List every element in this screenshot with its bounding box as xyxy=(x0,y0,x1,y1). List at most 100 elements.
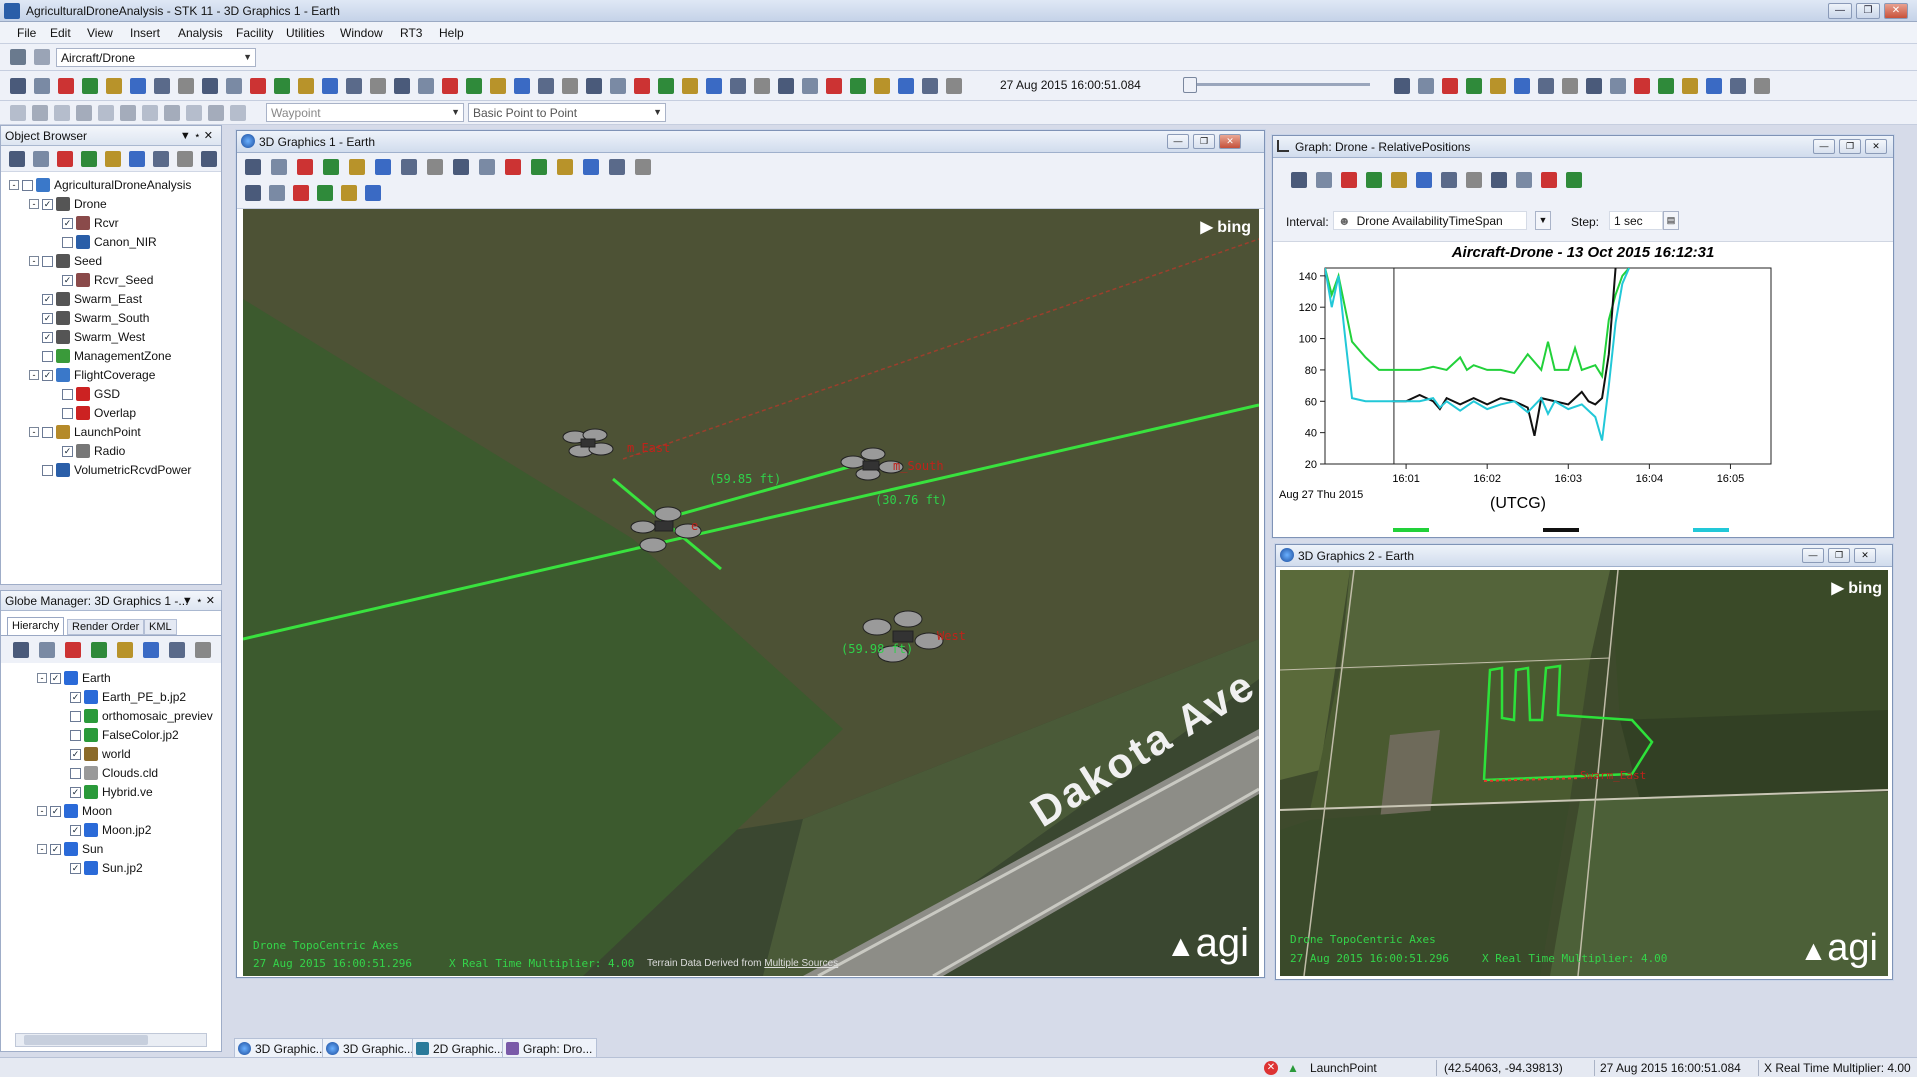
scrollbar-thumb[interactable] xyxy=(24,1035,148,1045)
tool-icon[interactable] xyxy=(230,105,246,121)
tool-icon[interactable] xyxy=(778,78,794,94)
tool-icon[interactable] xyxy=(730,78,746,94)
tool-icon[interactable] xyxy=(562,78,578,94)
tool-icon[interactable] xyxy=(514,78,530,94)
waypoint-selector[interactable]: Waypoint ▼ xyxy=(266,103,464,122)
tree-item[interactable]: ✓ Swarm_South xyxy=(29,309,149,327)
tool-icon[interactable] xyxy=(1466,78,1482,94)
view-tool-icon[interactable] xyxy=(271,159,287,175)
tool-icon[interactable] xyxy=(922,78,938,94)
minimize-button[interactable]: — xyxy=(1828,3,1852,19)
graph-tool-icon[interactable] xyxy=(1541,172,1557,188)
tool-icon[interactable] xyxy=(76,105,92,121)
route-method-selector[interactable]: Basic Point to Point ▼ xyxy=(468,103,666,122)
globe-tool-icon[interactable] xyxy=(39,642,55,658)
tree-item[interactable]: GSD xyxy=(49,385,120,403)
graph-tool-icon[interactable] xyxy=(1466,172,1482,188)
close-button[interactable]: ✕ xyxy=(1884,3,1908,19)
view-tool-icon[interactable] xyxy=(375,159,391,175)
view-tool-icon[interactable] xyxy=(453,159,469,175)
tree-item[interactable]: orthomosaic_previev xyxy=(57,707,213,725)
view-tool-icon[interactable] xyxy=(505,159,521,175)
view-tool-icon[interactable] xyxy=(635,159,651,175)
line-chart[interactable]: Aircraft-Drone - 13 Oct 2015 16:12:31 20 4… xyxy=(1273,242,1893,537)
tree-item[interactable]: - AgriculturalDroneAnalysis xyxy=(9,176,191,194)
step-input[interactable]: 1 sec xyxy=(1609,211,1663,230)
maximize-button[interactable]: ❐ xyxy=(1193,134,1215,149)
object-tool-icon[interactable] xyxy=(105,151,121,167)
view-tool-icon[interactable] xyxy=(293,185,309,201)
expand-toggle[interactable]: - xyxy=(37,673,47,683)
tool-icon[interactable] xyxy=(586,78,602,94)
tool-icon[interactable] xyxy=(164,105,180,121)
tool-icon[interactable] xyxy=(322,78,338,94)
tool-icon[interactable] xyxy=(1442,78,1458,94)
tree-item[interactable]: ✓ Hybrid.ve xyxy=(57,783,153,801)
expand-toggle[interactable]: - xyxy=(37,844,47,854)
tool-icon[interactable] xyxy=(898,78,914,94)
visibility-checkbox[interactable]: ✓ xyxy=(42,293,53,305)
time-slider-thumb[interactable] xyxy=(1183,77,1197,93)
object-tool-icon[interactable] xyxy=(153,151,169,167)
visibility-checkbox[interactable] xyxy=(62,388,73,400)
object-tool-icon[interactable] xyxy=(57,151,73,167)
drone-east[interactable] xyxy=(562,428,614,458)
tool-icon[interactable] xyxy=(154,78,170,94)
graphics1-viewport[interactable]: Dakota Ave m_East m_South West e (59.85 … xyxy=(243,209,1259,976)
menu-file[interactable]: File xyxy=(17,26,36,40)
tool-icon[interactable] xyxy=(1586,78,1602,94)
tool-icon[interactable] xyxy=(466,78,482,94)
globe-tool-icon[interactable] xyxy=(143,642,159,658)
tool-icon[interactable] xyxy=(130,78,146,94)
visibility-checkbox[interactable]: ✓ xyxy=(62,274,73,286)
tree-item[interactable]: Canon_NIR xyxy=(49,233,157,251)
tree-item[interactable]: ✓ Swarm_West xyxy=(29,328,145,346)
minimize-button[interactable]: — xyxy=(1167,134,1189,149)
visibility-checkbox[interactable] xyxy=(42,464,53,476)
restore-button[interactable]: ❐ xyxy=(1856,3,1880,19)
tree-item[interactable]: ✓ Sun.jp2 xyxy=(57,859,143,877)
horizontal-scrollbar[interactable] xyxy=(15,1033,207,1047)
object-tool-icon[interactable] xyxy=(9,151,25,167)
tool-icon[interactable] xyxy=(202,78,218,94)
view-tool-icon[interactable] xyxy=(341,185,357,201)
maximize-button[interactable]: ❐ xyxy=(1828,548,1850,563)
tool-icon[interactable] xyxy=(178,78,194,94)
tool-icon[interactable] xyxy=(658,78,674,94)
globe-tool-icon[interactable] xyxy=(169,642,185,658)
tool-icon[interactable] xyxy=(1610,78,1626,94)
view-tool-icon[interactable] xyxy=(349,159,365,175)
tool-icon[interactable] xyxy=(120,105,136,121)
tree-item[interactable]: ✓ Radio xyxy=(49,442,125,460)
tool-icon[interactable] xyxy=(370,78,386,94)
tab-hierarchy[interactable]: Hierarchy xyxy=(7,617,65,635)
view-tool-icon[interactable] xyxy=(401,159,417,175)
tool-icon[interactable] xyxy=(10,105,26,121)
view-tool-icon[interactable] xyxy=(323,159,339,175)
tree-item[interactable]: - ✓ Sun xyxy=(37,840,103,858)
visibility-checkbox[interactable]: ✓ xyxy=(62,445,73,457)
window-tab-2d[interactable]: 2D Graphic... xyxy=(412,1038,509,1058)
tool-icon[interactable] xyxy=(1754,78,1770,94)
object-selector[interactable]: Aircraft/Drone ▼ xyxy=(56,48,256,67)
tree-item[interactable]: ✓ Earth_PE_b.jp2 xyxy=(57,688,186,706)
graph-tool-icon[interactable] xyxy=(1491,172,1507,188)
tool-icon[interactable] xyxy=(634,78,650,94)
view-tool-icon[interactable] xyxy=(609,159,625,175)
tree-item[interactable]: - ✓ Earth xyxy=(37,669,111,687)
window-tab-graphics1[interactable]: 3D Graphic... xyxy=(234,1038,331,1058)
tree-item[interactable]: ManagementZone xyxy=(29,347,171,365)
tree-item[interactable]: FalseColor.jp2 xyxy=(57,726,179,744)
tool-icon[interactable] xyxy=(442,78,458,94)
minimize-button[interactable]: — xyxy=(1813,139,1835,154)
globe-tool-icon[interactable] xyxy=(65,642,81,658)
tree-item[interactable]: ✓ Rcvr xyxy=(49,214,119,232)
view-tool-icon[interactable] xyxy=(245,159,261,175)
tool-icon[interactable] xyxy=(32,105,48,121)
tool-icon[interactable] xyxy=(1418,78,1434,94)
expand-toggle[interactable]: - xyxy=(29,199,39,209)
tool-icon[interactable] xyxy=(490,78,506,94)
tool-icon[interactable] xyxy=(394,78,410,94)
visibility-checkbox[interactable]: ✓ xyxy=(70,691,81,703)
tree-item[interactable]: - Seed xyxy=(29,252,102,270)
